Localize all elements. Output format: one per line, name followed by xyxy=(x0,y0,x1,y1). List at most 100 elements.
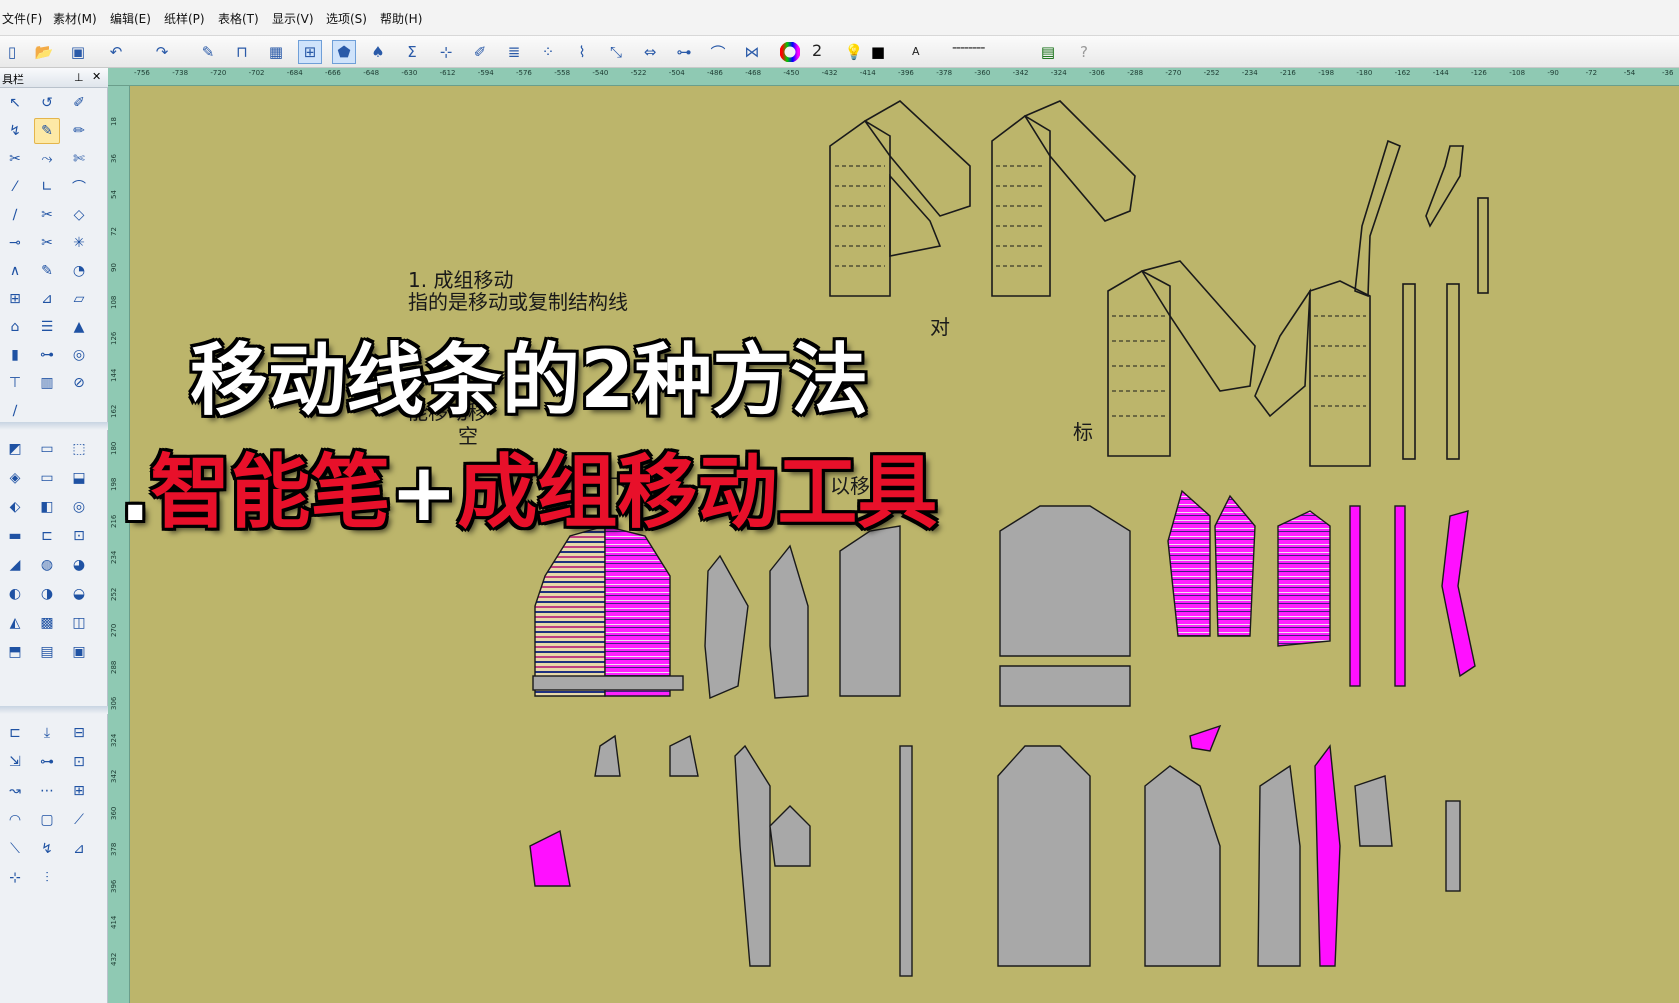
tool-icon[interactable]: ⊟ xyxy=(66,720,92,746)
tool-icon[interactable]: ▤ xyxy=(34,639,60,665)
drawing-canvas[interactable]: 1. 成组移动 指的是移动或复制结构线 对 能移动移 空 标 以移动 下载 xyxy=(130,86,1679,1003)
scale-icon[interactable]: ⇔ xyxy=(638,40,662,64)
tool-icon[interactable]: ⫶ xyxy=(34,865,60,891)
tool-icon[interactable]: ⟋ xyxy=(66,807,92,833)
tool-icon[interactable]: ▬ xyxy=(2,523,28,549)
tool-icon[interactable]: ▮ xyxy=(2,342,28,368)
fold2-icon[interactable]: ⋈ xyxy=(740,40,764,64)
tool-icon[interactable]: ⁄ xyxy=(2,174,28,200)
tool-icon[interactable]: ⊞ xyxy=(66,778,92,804)
open-folder-icon[interactable]: 📂 xyxy=(32,40,56,64)
tool-icon[interactable]: ◩ xyxy=(2,436,28,462)
line-chart-icon[interactable]: ⌇ xyxy=(570,40,594,64)
tool-icon[interactable]: ◕ xyxy=(66,552,92,578)
tool-icon[interactable]: ▩ xyxy=(34,610,60,636)
tool-icon[interactable]: ▢ xyxy=(34,807,60,833)
tool-icon[interactable]: ◒ xyxy=(66,581,92,607)
menu-help[interactable]: 帮助(H) xyxy=(380,10,422,27)
tool-icon[interactable]: ▣ xyxy=(66,639,92,665)
menu-pattern[interactable]: 纸样(P) xyxy=(164,10,205,27)
tool-icon[interactable]: ◍ xyxy=(34,552,60,578)
save-icon[interactable]: ▣ xyxy=(66,40,90,64)
ruler-icon[interactable]: ⊶ xyxy=(672,40,696,64)
fold-icon[interactable]: ⌒ xyxy=(706,40,730,64)
frame-icon[interactable]: ⊓ xyxy=(230,40,254,64)
tool-icon[interactable]: ↝ xyxy=(2,778,28,804)
pen-icon[interactable]: ✎ xyxy=(196,40,220,64)
tool-icon[interactable]: ◐ xyxy=(2,581,28,607)
tool-icon[interactable]: ⊿ xyxy=(34,286,60,312)
tool-icon[interactable]: ◢ xyxy=(2,552,28,578)
tool-icon[interactable]: ✎ xyxy=(34,118,60,144)
menu-options[interactable]: 选项(S) xyxy=(326,10,367,27)
tool-icon[interactable]: ∕ xyxy=(2,202,28,228)
tool-icon[interactable]: ∟ xyxy=(34,174,60,200)
tool-icon[interactable]: ⊶ xyxy=(34,749,60,775)
undo-icon[interactable]: ↶ xyxy=(104,40,128,64)
tool-icon[interactable]: ⊶ xyxy=(34,342,60,368)
tool-icon[interactable]: ⊞ xyxy=(2,286,28,312)
menu-view[interactable]: 显示(V) xyxy=(272,10,314,27)
tool-icon[interactable]: ↯ xyxy=(2,118,28,144)
tool-icon[interactable]: ◔ xyxy=(66,258,92,284)
tool-icon[interactable]: ∧ xyxy=(2,258,28,284)
line-style-select[interactable]: -------- xyxy=(952,40,985,56)
tool-icon[interactable]: ✂ xyxy=(2,146,28,172)
tool-icon[interactable]: ↺ xyxy=(34,90,60,116)
select-pattern-icon[interactable]: ⊞ xyxy=(298,40,322,64)
color-fill-icon[interactable]: ♠ xyxy=(366,40,390,64)
tool-icon[interactable]: ◈ xyxy=(2,465,28,491)
redo-icon[interactable]: ↷ xyxy=(150,40,174,64)
menu-file[interactable]: 文件(F) xyxy=(2,10,42,27)
tool-icon[interactable]: ⊘ xyxy=(66,370,92,396)
menu-table[interactable]: 表格(T) xyxy=(218,10,259,27)
tool-icon[interactable]: ◎ xyxy=(66,342,92,368)
tool-icon[interactable]: ✳ xyxy=(66,230,92,256)
new-file-icon[interactable]: ▯ xyxy=(0,40,24,64)
tool-icon[interactable]: ⬒ xyxy=(2,639,28,665)
shield-icon[interactable]: ⬟ xyxy=(332,40,356,64)
sigma-icon[interactable]: Σ xyxy=(400,40,424,64)
tool-icon[interactable]: ↯ xyxy=(34,836,60,862)
tool-icon[interactable]: ✄ xyxy=(66,146,92,172)
close-icon[interactable]: ✕ xyxy=(92,70,101,83)
tool-icon[interactable]: ▲ xyxy=(66,314,92,340)
tool-icon[interactable]: ◇ xyxy=(66,202,92,228)
grid-icon[interactable]: ▦ xyxy=(264,40,288,64)
tool-icon[interactable]: ⊹ xyxy=(2,865,28,891)
tool-icon[interactable]: ⬖ xyxy=(2,494,28,520)
number-field[interactable]: 2 xyxy=(812,41,822,60)
menu-edit[interactable]: 编辑(E) xyxy=(110,10,151,27)
axis-icon[interactable]: ⊹ xyxy=(434,40,458,64)
tool-icon[interactable]: ✐ xyxy=(66,90,92,116)
tool-icon[interactable]: ▱ xyxy=(66,286,92,312)
tool-icon[interactable]: ⊤ xyxy=(2,370,28,396)
tool-icon[interactable]: ◧ xyxy=(34,494,60,520)
tool-icon[interactable]: ∕ xyxy=(2,398,28,424)
tool-icon[interactable]: ◠ xyxy=(2,807,28,833)
transform-icon[interactable]: ⤡ xyxy=(604,40,628,64)
tool-icon[interactable]: ▥ xyxy=(34,370,60,396)
text-a-tool[interactable]: A xyxy=(912,45,920,58)
tool-icon[interactable] xyxy=(34,398,60,424)
tool-icon[interactable]: ▭ xyxy=(34,465,60,491)
brush-icon[interactable]: ✐ xyxy=(468,40,492,64)
tool-icon[interactable]: ⊏ xyxy=(2,720,28,746)
tool-icon[interactable]: ⌂ xyxy=(2,314,28,340)
tool-icon[interactable]: ⬚ xyxy=(66,436,92,462)
tool-icon[interactable]: ✂ xyxy=(34,230,60,256)
menu-material[interactable]: 素材(M) xyxy=(53,10,97,27)
tool-icon[interactable]: ⋯ xyxy=(34,778,60,804)
tool-icon[interactable]: ◑ xyxy=(34,581,60,607)
tool-icon[interactable]: ✏ xyxy=(66,118,92,144)
tool-icon[interactable]: ✂ xyxy=(34,202,60,228)
help-icon[interactable]: ? xyxy=(1072,40,1096,64)
tool-icon[interactable]: ⊡ xyxy=(66,749,92,775)
film-icon[interactable]: ▤ xyxy=(1036,40,1060,64)
tool-icon[interactable]: ⊸ xyxy=(2,230,28,256)
tool-icon[interactable]: ⬓ xyxy=(66,465,92,491)
tool-icon[interactable]: ▭ xyxy=(34,436,60,462)
tool-icon[interactable]: ◫ xyxy=(66,610,92,636)
tool-icon[interactable]: ⊿ xyxy=(66,836,92,862)
tool-icon[interactable]: ✎ xyxy=(34,258,60,284)
